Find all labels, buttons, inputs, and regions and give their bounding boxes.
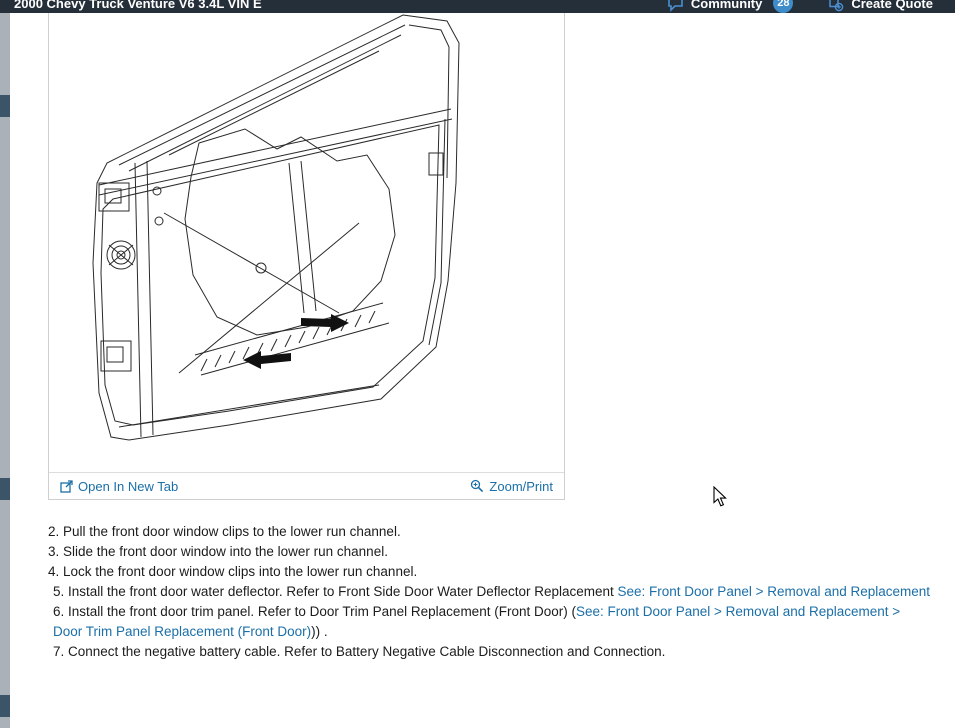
step-6-text: 6. Install the front door trim panel. Re… [53, 604, 576, 619]
instruction-step-2: 2. Pull the front door window clips to t… [48, 522, 932, 542]
diagram-toolbar: Open In New Tab Zoom/Print [49, 472, 564, 499]
sidebar-rail-notch [0, 478, 10, 500]
open-in-new-tab-link[interactable]: Open In New Tab [60, 479, 178, 494]
magnifier-plus-icon [470, 479, 484, 493]
instruction-step-5: 5. Install the front door water deflecto… [48, 582, 932, 602]
open-in-new-tab-label: Open In New Tab [78, 479, 178, 494]
instruction-step-7: 7. Connect the negative battery cable. R… [48, 642, 932, 662]
sidebar-rail-notch [0, 695, 10, 717]
community-label: Community [691, 0, 763, 11]
open-in-new-icon [60, 480, 73, 493]
create-quote-label: Create Quote [851, 0, 933, 11]
community-count-badge: 28 [773, 0, 793, 13]
collapsed-sidebar-rail[interactable] [0, 13, 10, 728]
link-front-door-panel-removal-replacement[interactable]: See: Front Door Panel > Removal and Repl… [618, 584, 931, 599]
sidebar-rail-notch [0, 95, 10, 117]
vehicle-title: 2000 Chevy Truck Venture V6 3.4L VIN E [14, 0, 262, 11]
diagram-panel: Open In New Tab Zoom/Print [48, 13, 565, 500]
instructions-list: 2. Pull the front door window clips to t… [48, 522, 932, 662]
instruction-step-6: 6. Install the front door trim panel. Re… [48, 602, 932, 642]
zoom-print-label: Zoom/Print [489, 479, 553, 494]
quote-plus-icon [827, 0, 844, 12]
step-5-text: 5. Install the front door water deflecto… [53, 584, 618, 599]
app-header: 2000 Chevy Truck Venture V6 3.4L VIN E C… [0, 0, 955, 13]
app-window: 2000 Chevy Truck Venture V6 3.4L VIN E C… [0, 0, 955, 728]
door-window-diagram-image [49, 13, 564, 472]
step-6-text-end: )) . [311, 624, 328, 639]
instruction-step-4: 4. Lock the front door window clips into… [48, 562, 932, 582]
diagram-canvas [49, 13, 564, 472]
community-button[interactable]: Community 28 [667, 0, 794, 13]
create-quote-button[interactable]: Create Quote [827, 0, 933, 12]
instruction-step-3: 3. Slide the front door window into the … [48, 542, 932, 562]
chat-bubble-icon [667, 0, 684, 12]
zoom-print-link[interactable]: Zoom/Print [470, 479, 553, 494]
mouse-cursor [713, 486, 733, 513]
